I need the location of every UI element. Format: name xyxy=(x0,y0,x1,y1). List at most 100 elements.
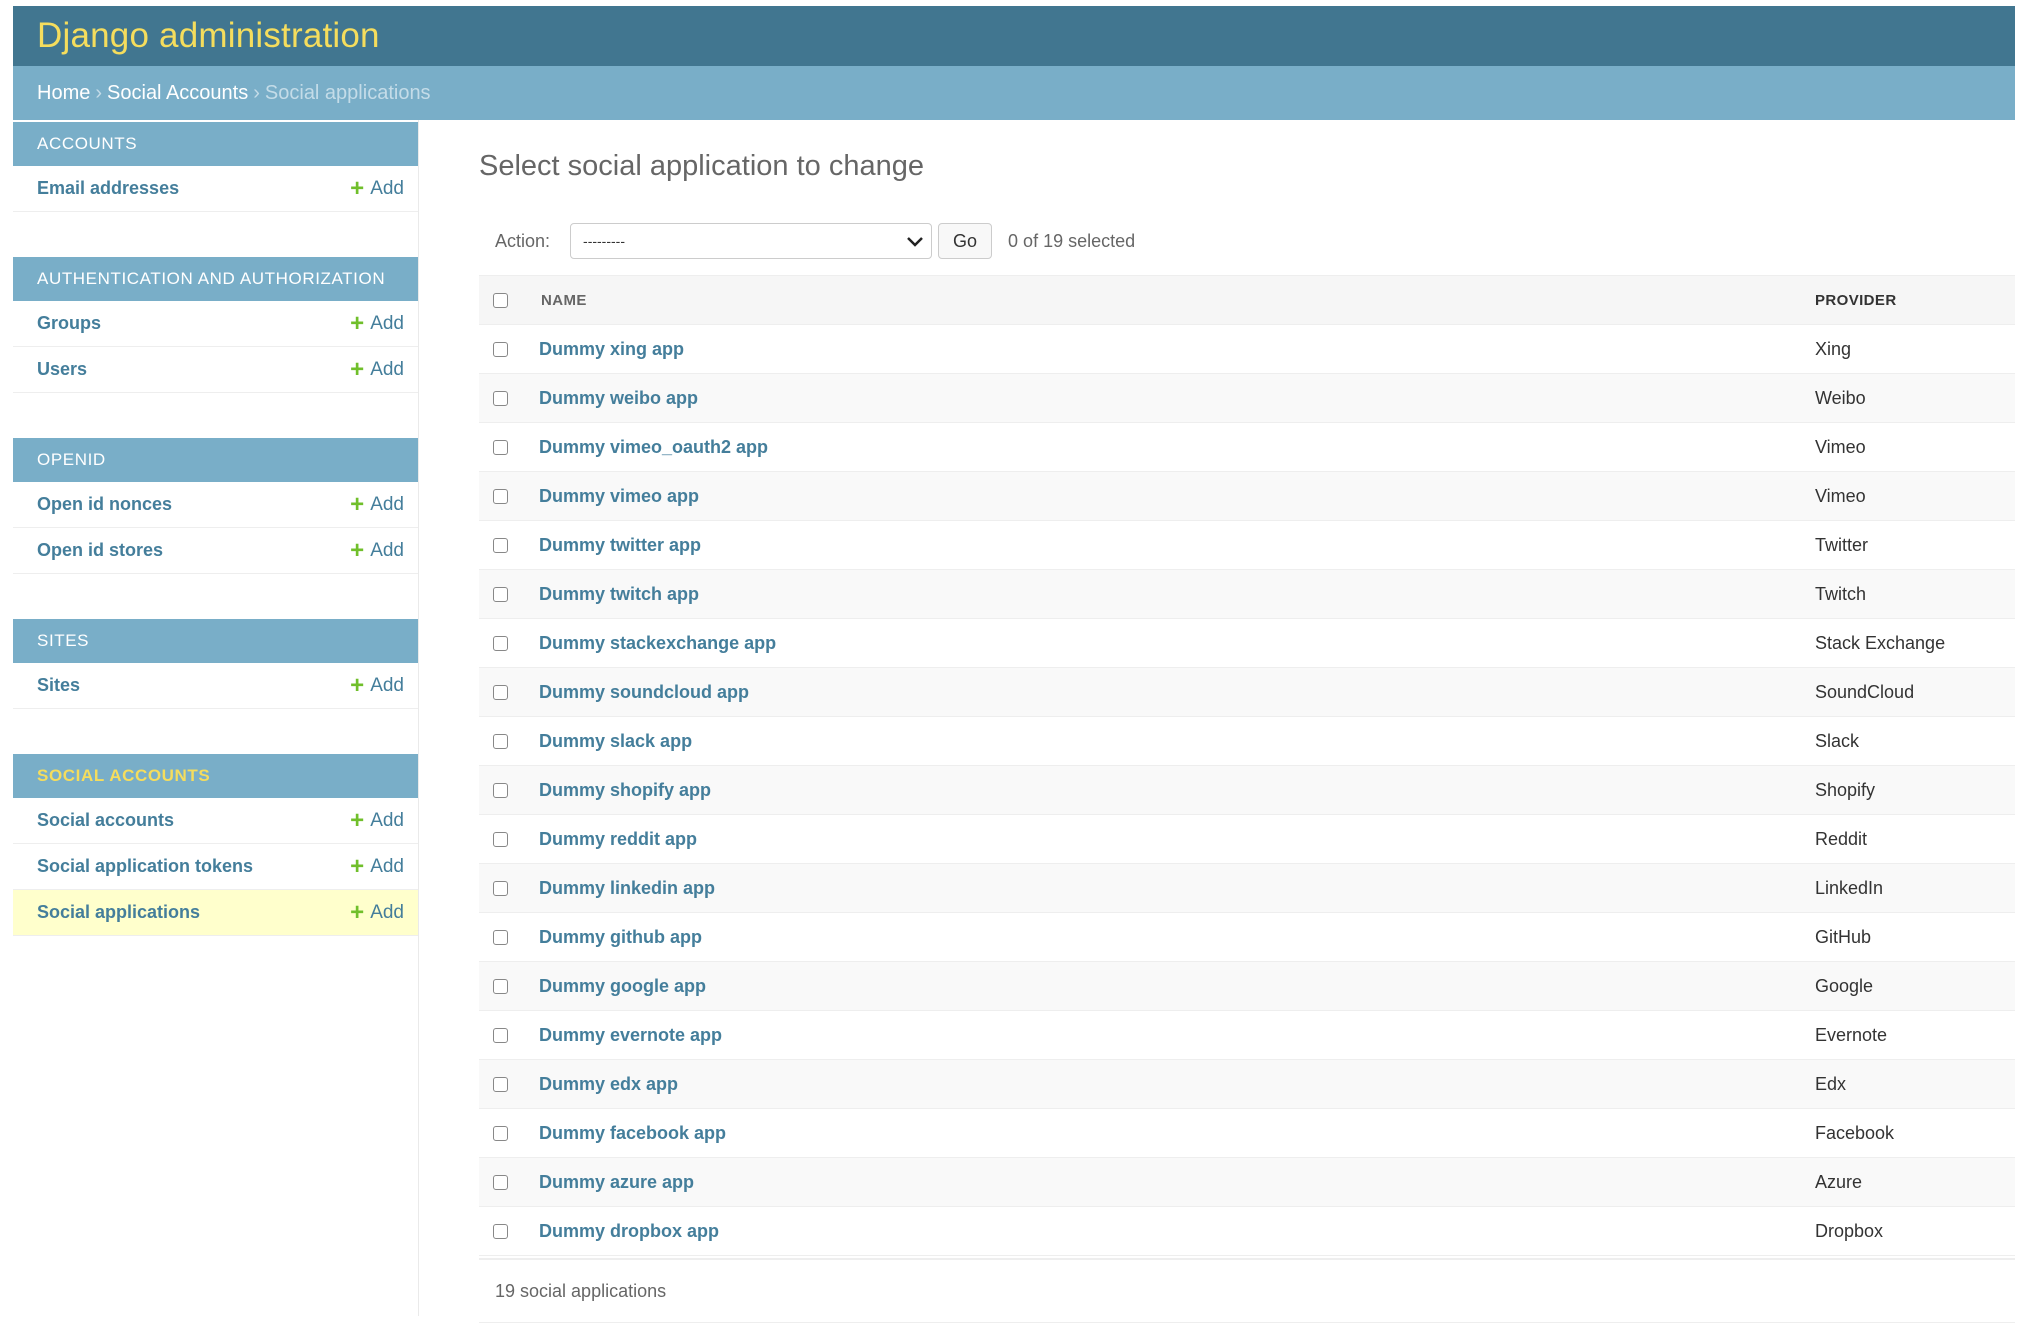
plus-icon: + xyxy=(350,806,365,834)
module-caption[interactable]: AUTHENTICATION AND AUTHORIZATION xyxy=(13,257,418,301)
table-row: Dummy vimeo app Vimeo xyxy=(479,472,2015,521)
breadcrumb: Home › Social Accounts › Social applicat… xyxy=(13,66,2015,120)
row-checkbox[interactable] xyxy=(493,586,508,602)
app-name-link[interactable]: Dummy xing app xyxy=(539,339,684,359)
app-module: ACCOUNTS Email addresses + Add xyxy=(13,122,418,212)
breadcrumb-social-accounts[interactable]: Social Accounts xyxy=(107,82,248,105)
sidebar-model-link[interactable]: Users xyxy=(37,359,87,380)
app-name-link[interactable]: Dummy evernote app xyxy=(539,1025,722,1045)
add-button[interactable]: + Add xyxy=(350,900,404,925)
row-checkbox[interactable] xyxy=(493,1076,508,1092)
site-title[interactable]: Django administration xyxy=(37,16,380,56)
sidebar-model-link[interactable]: Open id stores xyxy=(37,540,163,561)
row-checkbox[interactable] xyxy=(493,390,508,406)
row-checkbox-cell xyxy=(479,488,539,504)
app-name-link[interactable]: Dummy dropbox app xyxy=(539,1221,719,1241)
sidebar-model-link[interactable]: Social accounts xyxy=(37,810,174,831)
app-name-link[interactable]: Dummy slack app xyxy=(539,731,692,751)
breadcrumb-home[interactable]: Home xyxy=(37,82,90,105)
row-checkbox[interactable] xyxy=(493,1174,508,1190)
app-name-link[interactable]: Dummy shopify app xyxy=(539,780,711,800)
app-name-link[interactable]: Dummy twitter app xyxy=(539,535,701,555)
row-checkbox[interactable] xyxy=(493,635,508,651)
app-module: SITES Sites + Add xyxy=(13,619,418,709)
add-label: Add xyxy=(370,358,404,380)
add-button[interactable]: + Add xyxy=(350,311,404,336)
name-cell: Dummy azure app xyxy=(539,1172,1815,1193)
table-row: Dummy slack app Slack xyxy=(479,717,2015,766)
row-checkbox-cell xyxy=(479,390,539,406)
row-checkbox[interactable] xyxy=(493,488,508,504)
row-checkbox[interactable] xyxy=(493,1223,508,1239)
app-name-link[interactable]: Dummy edx app xyxy=(539,1074,678,1094)
breadcrumb-current: Social applications xyxy=(264,81,431,104)
app-name-link[interactable]: Dummy twitch app xyxy=(539,584,699,604)
column-header-provider[interactable]: PROVIDER xyxy=(1813,292,2015,309)
add-button[interactable]: + Add xyxy=(350,174,404,202)
sidebar-model-row: Social accounts + Add xyxy=(13,798,418,844)
module-caption[interactable]: OPENID xyxy=(13,438,418,482)
row-checkbox[interactable] xyxy=(493,1125,508,1141)
row-checkbox[interactable] xyxy=(493,341,508,357)
row-checkbox[interactable] xyxy=(493,880,508,896)
app-module: OPENID Open id nonces + Add Open id stores + A… xyxy=(13,438,418,574)
row-checkbox[interactable] xyxy=(493,782,508,798)
app-name-link[interactable]: Dummy linkedin app xyxy=(539,878,715,898)
sidebar-model-link[interactable]: Social application tokens xyxy=(37,856,253,877)
add-button[interactable]: + Add xyxy=(350,538,404,563)
action-select[interactable]: --------- xyxy=(570,223,933,259)
provider-cell: Twitch xyxy=(1815,583,1867,604)
row-checkbox[interactable] xyxy=(493,733,508,749)
row-checkbox[interactable] xyxy=(493,831,508,847)
app-name-link[interactable]: Dummy azure app xyxy=(539,1172,694,1192)
sidebar-model-link[interactable]: Sites xyxy=(37,675,80,696)
name-cell: Dummy evernote app xyxy=(539,1025,1815,1046)
go-button[interactable]: Go xyxy=(938,223,993,259)
app-name-link[interactable]: Dummy soundcloud app xyxy=(539,682,749,702)
row-checkbox[interactable] xyxy=(493,684,508,700)
row-checkbox[interactable] xyxy=(493,929,508,945)
provider-cell: Google xyxy=(1815,975,1874,996)
app-name-link[interactable]: Dummy vimeo_oauth2 app xyxy=(539,437,768,457)
row-checkbox-cell xyxy=(479,831,539,847)
row-checkbox[interactable] xyxy=(493,1027,508,1043)
app-name-link[interactable]: Dummy reddit app xyxy=(539,829,697,849)
column-header-name[interactable]: NAME xyxy=(539,292,1813,309)
app-name-link[interactable]: Dummy stackexchange app xyxy=(539,633,776,653)
sidebar-model-row: Open id nonces + Add xyxy=(13,482,418,528)
sidebar-model-link[interactable]: Social applications xyxy=(37,902,200,923)
row-checkbox[interactable] xyxy=(493,439,508,455)
app-name-link[interactable]: Dummy github app xyxy=(539,927,702,947)
row-checkbox[interactable] xyxy=(493,978,508,994)
table-body: Dummy xing app Xing Dummy weibo app Weibo Du… xyxy=(479,325,2015,1256)
app-name-link[interactable]: Dummy facebook app xyxy=(539,1123,726,1143)
add-button[interactable]: + Add xyxy=(350,357,404,382)
row-checkbox-cell xyxy=(479,1125,539,1141)
module-caption[interactable]: ACCOUNTS xyxy=(13,122,418,166)
actions-bar: Action: --------- Go 0 of 19 selected xyxy=(479,221,2015,261)
sidebar-model-row: Groups + Add xyxy=(13,301,418,347)
add-button[interactable]: + Add xyxy=(350,492,404,517)
name-cell: Dummy xing app xyxy=(539,339,1815,360)
plus-icon: + xyxy=(350,174,365,202)
module-caption[interactable]: SOCIAL ACCOUNTS xyxy=(13,754,418,798)
provider-cell: Stack Exchange xyxy=(1815,632,1946,653)
sidebar-model-link[interactable]: Open id nonces xyxy=(37,494,172,515)
name-cell: Dummy slack app xyxy=(539,731,1815,752)
sidebar-model-link[interactable]: Groups xyxy=(37,313,101,334)
plus-icon: + xyxy=(350,671,365,699)
provider-cell: Reddit xyxy=(1815,828,1868,849)
app-name-link[interactable]: Dummy vimeo app xyxy=(539,486,699,506)
table-header: NAME PROVIDER xyxy=(479,276,2015,325)
add-button[interactable]: + Add xyxy=(350,806,404,834)
add-button[interactable]: + Add xyxy=(350,671,404,699)
sidebar-model-link[interactable]: Email addresses xyxy=(37,178,179,199)
row-checkbox[interactable] xyxy=(493,537,508,553)
select-all-checkbox[interactable] xyxy=(493,292,508,308)
add-button[interactable]: + Add xyxy=(350,854,404,879)
add-label: Add xyxy=(370,177,404,199)
provider-cell: Weibo xyxy=(1815,387,1866,408)
app-name-link[interactable]: Dummy google app xyxy=(539,976,706,996)
module-caption[interactable]: SITES xyxy=(13,619,418,663)
app-name-link[interactable]: Dummy weibo app xyxy=(539,388,698,408)
